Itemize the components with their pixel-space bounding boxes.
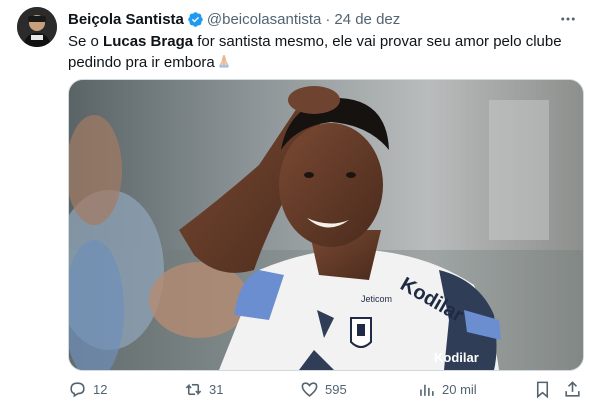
views-button[interactable]: 20 mil (417, 375, 477, 403)
like-count: 595 (325, 381, 347, 397)
reply-icon (70, 381, 85, 397)
tweet-text-bold: Lucas Braga (103, 33, 194, 50)
heart-icon (301, 381, 318, 397)
views-count: 20 mil (442, 381, 477, 397)
share-button[interactable] (563, 375, 588, 403)
praying-hands-icon (219, 54, 229, 68)
jersey-sleeve-text: Kodilar (434, 350, 479, 365)
bookmark-icon (536, 381, 549, 398)
jersey-small-text: Jeticom (361, 294, 392, 304)
separator-dot: · (325, 10, 331, 28)
tweet-text-part1: Se o (68, 33, 104, 50)
tweet-text: Se o Lucas Braga for santista mesmo, ele… (68, 31, 568, 73)
views-chart-icon (420, 384, 434, 396)
share-icon (565, 380, 580, 397)
avatar-image (17, 7, 57, 47)
retweet-icon (185, 383, 202, 395)
verified-badge-icon (188, 11, 203, 27)
tweet-actions: 12 31 595 20 mil (68, 375, 582, 403)
tweet-date[interactable]: 24 de dez (334, 11, 400, 28)
like-button[interactable]: 595 (300, 375, 347, 403)
tweet[interactable]: Beiçola Santista @beicolasantista · 24 d… (0, 0, 593, 413)
retweet-count: 31 (209, 381, 224, 397)
retweet-button[interactable]: 31 (184, 375, 223, 403)
bookmark-button[interactable] (533, 375, 558, 403)
tweet-header: Beiçola Santista @beicolasantista · 24 d… (68, 9, 579, 29)
author-handle[interactable]: @beicolasantista (207, 11, 321, 28)
avatar[interactable] (17, 7, 57, 47)
more-icon (561, 17, 575, 21)
reply-count: 12 (93, 381, 108, 397)
author-name[interactable]: Beiçola Santista (68, 11, 184, 28)
more-options-button[interactable] (557, 9, 579, 29)
player-photo: Kodilar Jeticom Kodilar (69, 80, 583, 370)
reply-button[interactable]: 12 (68, 375, 107, 403)
tweet-image[interactable]: Kodilar Jeticom Kodilar (68, 79, 584, 371)
